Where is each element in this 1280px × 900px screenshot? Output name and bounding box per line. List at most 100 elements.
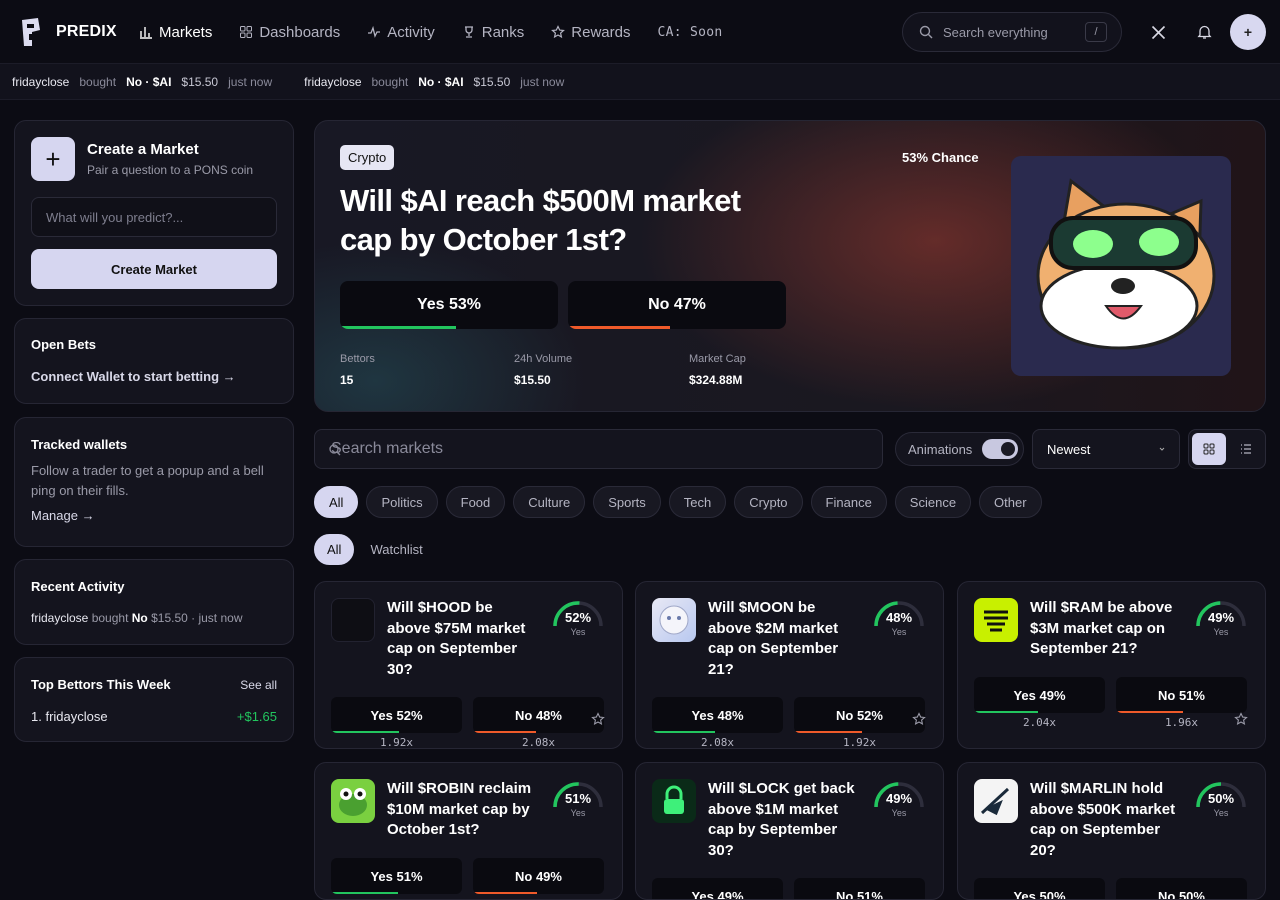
star-icon: [551, 25, 566, 39]
avatar[interactable]: +: [1230, 14, 1266, 50]
lock-icon: [664, 785, 684, 814]
stat-value: 15: [340, 373, 354, 387]
ticker-verb: bought: [79, 74, 117, 89]
category-chip[interactable]: Finance: [810, 486, 887, 518]
no-button[interactable]: No 51%: [1116, 677, 1247, 713]
yes-progress-bar: [331, 892, 398, 894]
list-icon: [1241, 444, 1251, 454]
yes-label: Yes 51%: [370, 868, 423, 884]
subfilter-all[interactable]: All: [314, 534, 355, 565]
grid-view-button[interactable]: [1192, 433, 1226, 465]
yes-button[interactable]: Yes 49%: [974, 677, 1105, 713]
ticker-user[interactable]: fridayclose: [12, 75, 69, 89]
ticker-user[interactable]: fridayclose: [304, 75, 361, 89]
recent-activity-outcome: No: [131, 611, 148, 625]
category-chip[interactable]: Sports: [593, 486, 661, 518]
predict-input[interactable]: What will you predict?...: [31, 197, 277, 237]
nav-dashboards[interactable]: Dashboards: [239, 24, 340, 41]
see-all-link[interactable]: See all: [240, 678, 277, 692]
no-multiplier: 1.92x: [842, 736, 877, 749]
grid-icon: [240, 26, 253, 38]
no-label: No 51%: [836, 888, 883, 900]
category-chip[interactable]: Other: [979, 486, 1042, 518]
connect-wallet-link[interactable]: Connect Wallet to start betting →: [31, 369, 277, 384]
yes-progress-bar: [340, 326, 456, 329]
watchlist-star-icon[interactable]: [591, 712, 607, 728]
category-chip[interactable]: All: [314, 486, 359, 518]
no-button[interactable]: No 51%: [794, 878, 925, 900]
brand-name: PREDIX: [56, 23, 117, 40]
category-chip[interactable]: Tech: [668, 486, 727, 518]
global-search[interactable]: Search everything /: [902, 12, 1122, 52]
gauge-percent: 49%: [1207, 610, 1235, 625]
yes-button[interactable]: Yes 50%: [974, 878, 1105, 899]
yes-progress-bar: [652, 731, 715, 733]
category-chip[interactable]: Culture: [513, 486, 586, 518]
open-bets-card: Open Bets Connect Wallet to start bettin…: [14, 318, 294, 404]
no-multiplier: 1.96x: [1164, 716, 1199, 729]
category-chip[interactable]: Politics: [366, 486, 438, 518]
nav-activity-label: Activity: [387, 23, 435, 41]
nav-rewards[interactable]: Rewards: [551, 24, 630, 41]
contract-address: CA: Soon: [657, 24, 723, 40]
subfilter-watchlist[interactable]: Watchlist: [370, 542, 422, 557]
nav-activity[interactable]: Activity: [367, 24, 435, 41]
market-question: Will $HOOD be above $75M market cap on S…: [387, 599, 526, 678]
hero-yes-button[interactable]: Yes 53%: [340, 281, 558, 329]
manage-link[interactable]: Manage →: [31, 508, 277, 523]
view-toggle: [1188, 429, 1266, 469]
plus-icon[interactable]: +: [31, 137, 75, 181]
nav-markets[interactable]: Markets: [139, 24, 212, 41]
sort-value: Newest: [1047, 441, 1091, 457]
no-button[interactable]: No 50%: [1116, 878, 1247, 899]
category-chip[interactable]: Crypto: [734, 486, 803, 518]
market-search-input[interactable]: Search markets: [314, 429, 883, 469]
market-card[interactable]: Will $MARLIN hold above $500K market cap…: [957, 762, 1266, 900]
search-icon: [329, 444, 341, 456]
frog-icon: [339, 788, 367, 816]
nav-rewards-label: Rewards: [571, 23, 631, 41]
yes-button[interactable]: Yes 49%: [652, 878, 783, 899]
hero-no-label: No 47%: [648, 296, 706, 313]
top-bettor-row[interactable]: 1. fridayclose +$1.65: [31, 709, 277, 724]
brand-logo[interactable]: PREDIX: [20, 16, 117, 48]
yes-button[interactable]: Yes 52%: [331, 697, 462, 733]
animations-toggle[interactable]: Animations: [895, 432, 1024, 466]
market-card[interactable]: Will $ROBIN reclaim $10M market cap by O…: [314, 762, 623, 900]
toggle-switch[interactable]: [982, 439, 1019, 459]
no-button[interactable]: No 48%: [473, 697, 604, 733]
market-card[interactable]: Will $MOON be above $2M market cap on Se…: [635, 581, 944, 749]
no-button[interactable]: No 49%: [473, 858, 604, 894]
market-question: Will $ROBIN reclaim $10M market cap by O…: [387, 780, 532, 838]
tracked-wallets-text: Follow a trader to get a popup and a bel…: [31, 463, 264, 498]
nav-ranks-label: Ranks: [481, 23, 525, 41]
category-chip[interactable]: Science: [894, 486, 972, 518]
no-button[interactable]: No 52%: [794, 697, 925, 733]
category-chip[interactable]: Food: [445, 486, 506, 518]
gauge-label: Yes: [891, 627, 907, 637]
market-card[interactable]: Will $HOOD be above $75M market cap on S…: [314, 581, 623, 749]
activity-ticker: fridayclose bought No · $AI $15.50 just …: [0, 64, 1280, 100]
list-view-button[interactable]: [1229, 433, 1263, 465]
watchlist-star-icon[interactable]: [1234, 712, 1250, 728]
yes-multiplier: 2.04x: [1022, 716, 1057, 729]
featured-market[interactable]: Crypto Will $AI reach $500M market cap b…: [314, 120, 1266, 412]
hero-no-button[interactable]: No 47%: [568, 281, 786, 329]
recent-activity-user[interactable]: fridayclose: [31, 611, 88, 625]
market-card[interactable]: Will $RAM be above $3M market cap on Sep…: [957, 581, 1266, 749]
yes-button[interactable]: Yes 48%: [652, 697, 783, 733]
watchlist-star-icon[interactable]: [912, 712, 928, 728]
market-card[interactable]: Will $LOCK get back above $1M market cap…: [635, 762, 944, 900]
create-market-button[interactable]: Create Market: [31, 249, 277, 289]
recent-activity-time: · just now: [191, 611, 243, 625]
market-question: Will $MOON be above $2M market cap on Se…: [708, 599, 839, 678]
no-label: No 52%: [836, 707, 883, 723]
no-progress-bar: [473, 892, 538, 894]
nav-ranks[interactable]: Ranks: [462, 23, 525, 41]
bell-icon[interactable]: [1192, 20, 1216, 44]
x-twitter-icon[interactable]: [1146, 20, 1170, 44]
yes-button[interactable]: Yes 51%: [331, 858, 462, 894]
sort-select[interactable]: Newest: [1032, 429, 1180, 469]
token-logo: [652, 598, 696, 642]
no-label: No 49%: [515, 868, 562, 884]
